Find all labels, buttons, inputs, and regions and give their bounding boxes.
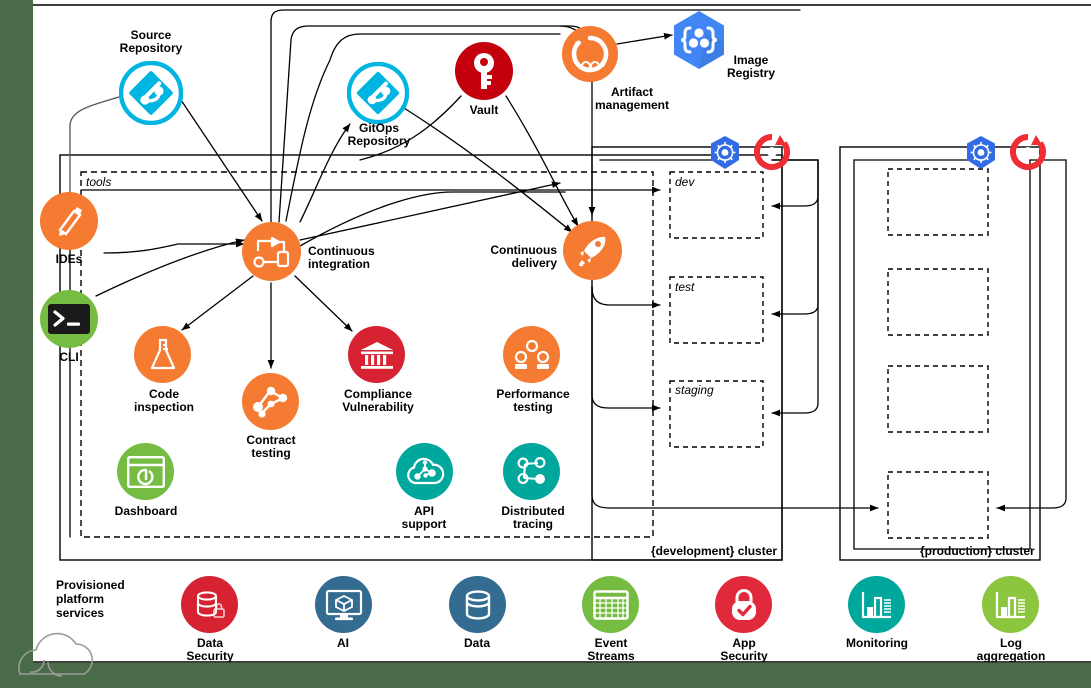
rocket-icon bbox=[563, 221, 622, 280]
key-icon-svg bbox=[474, 53, 494, 89]
artifact-icon bbox=[562, 26, 618, 82]
label-data: Data bbox=[463, 636, 490, 650]
production-cluster-label: {production} cluster bbox=[920, 544, 1035, 558]
argo-icon bbox=[754, 134, 790, 170]
dashboard-icon-svg bbox=[126, 455, 165, 488]
trace-icon bbox=[503, 443, 560, 500]
api-cloud-icon bbox=[396, 443, 453, 500]
nodes-icon bbox=[242, 373, 299, 430]
nodes-icon-svg bbox=[252, 386, 287, 418]
database-icon bbox=[449, 576, 506, 633]
argocd-badge-dev bbox=[752, 132, 792, 177]
ai-icon-svg bbox=[325, 589, 362, 620]
provisioned-platform-services-label: Provisioned platform services bbox=[56, 578, 125, 620]
people-icon-svg bbox=[514, 339, 549, 369]
label-vault: Vault bbox=[469, 103, 499, 117]
label-monitoring: Monitoring bbox=[846, 636, 908, 650]
git-icon-svg bbox=[119, 61, 183, 125]
label-artifact-management: Artifact management bbox=[594, 85, 670, 112]
label-image-registry: Image Registry bbox=[726, 53, 776, 80]
kubernetes-icon bbox=[967, 136, 995, 169]
flask-icon-svg bbox=[150, 338, 175, 369]
lock-icon bbox=[715, 576, 772, 633]
development-cluster-label: {development} cluster bbox=[651, 544, 778, 558]
git-icon bbox=[347, 62, 409, 124]
chart-icon-svg bbox=[861, 591, 891, 618]
grid-icon bbox=[582, 576, 639, 633]
chart-icon bbox=[848, 576, 905, 633]
diagram-canvas: Source Repository GitOps Repository Vaul… bbox=[0, 0, 1091, 688]
grid-icon-svg bbox=[592, 589, 629, 620]
label-gitops-repository: GitOps Repository bbox=[347, 121, 411, 148]
chart-icon-svg bbox=[995, 591, 1025, 618]
rocket-icon-svg bbox=[578, 236, 605, 266]
kubernetes-badge-dev bbox=[706, 134, 744, 177]
argocd-badge-prod bbox=[1008, 132, 1048, 177]
people-icon bbox=[503, 326, 560, 383]
argo-icon bbox=[1010, 134, 1046, 170]
label-performance-testing: Performance testing bbox=[496, 387, 570, 414]
lock-icon-svg bbox=[731, 588, 756, 620]
label-dashboard: Dashboard bbox=[114, 504, 178, 518]
label-api-support: API support bbox=[401, 504, 447, 531]
label-cli: CLI bbox=[59, 350, 79, 364]
terminal-icon-svg bbox=[48, 304, 90, 334]
label-app-security: App Security bbox=[720, 636, 768, 663]
namespace-label-dev: dev bbox=[675, 175, 695, 189]
dashboard-icon bbox=[117, 443, 174, 500]
ai-icon bbox=[315, 576, 372, 633]
label-data-security: Data Security bbox=[186, 636, 234, 663]
terminal-icon bbox=[40, 290, 98, 348]
kubernetes-badge-prod bbox=[962, 134, 1000, 177]
db-lock-icon-svg bbox=[196, 590, 225, 618]
api-cloud-icon-svg bbox=[406, 457, 444, 484]
label-continuous-integration: Continuous integration bbox=[308, 244, 375, 271]
key-icon bbox=[455, 42, 513, 100]
label-distributed-tracing: Distributed tracing bbox=[501, 504, 565, 531]
git-icon-svg bbox=[347, 62, 409, 124]
artifact-icon-svg bbox=[571, 35, 609, 73]
label-source-repository: Source Repository bbox=[119, 28, 183, 55]
tools-box-label: tools bbox=[86, 175, 112, 189]
pipeline-icon bbox=[242, 222, 301, 281]
chart-icon bbox=[982, 576, 1039, 633]
label-code-inspection: Code inspection bbox=[133, 387, 194, 414]
db-lock-icon bbox=[181, 576, 238, 633]
kubernetes-icon bbox=[711, 136, 739, 169]
trace-icon-svg bbox=[517, 456, 545, 484]
label-ides: IDEs bbox=[55, 252, 83, 266]
pencil-icon-svg bbox=[58, 207, 82, 236]
namespace-label-staging: staging bbox=[675, 383, 714, 397]
bank-icon bbox=[348, 326, 405, 383]
database-icon-svg bbox=[465, 589, 490, 620]
label-ai: AI bbox=[337, 636, 349, 650]
pipeline-icon-svg bbox=[252, 236, 289, 268]
label-contract-testing: Contract testing bbox=[246, 433, 296, 460]
namespace-label-test: test bbox=[675, 280, 695, 294]
pencil-icon bbox=[40, 192, 98, 250]
label-event-streams: Event Streams bbox=[587, 636, 635, 663]
bank-icon-svg bbox=[360, 341, 393, 369]
label-continuous-delivery: Continuous delivery bbox=[490, 243, 557, 270]
label-compliance-vulnerability: Compliance Vulnerability bbox=[342, 387, 414, 414]
git-icon bbox=[119, 61, 183, 125]
label-log-aggregation: Log aggregation bbox=[976, 636, 1046, 663]
flask-icon bbox=[134, 326, 191, 383]
